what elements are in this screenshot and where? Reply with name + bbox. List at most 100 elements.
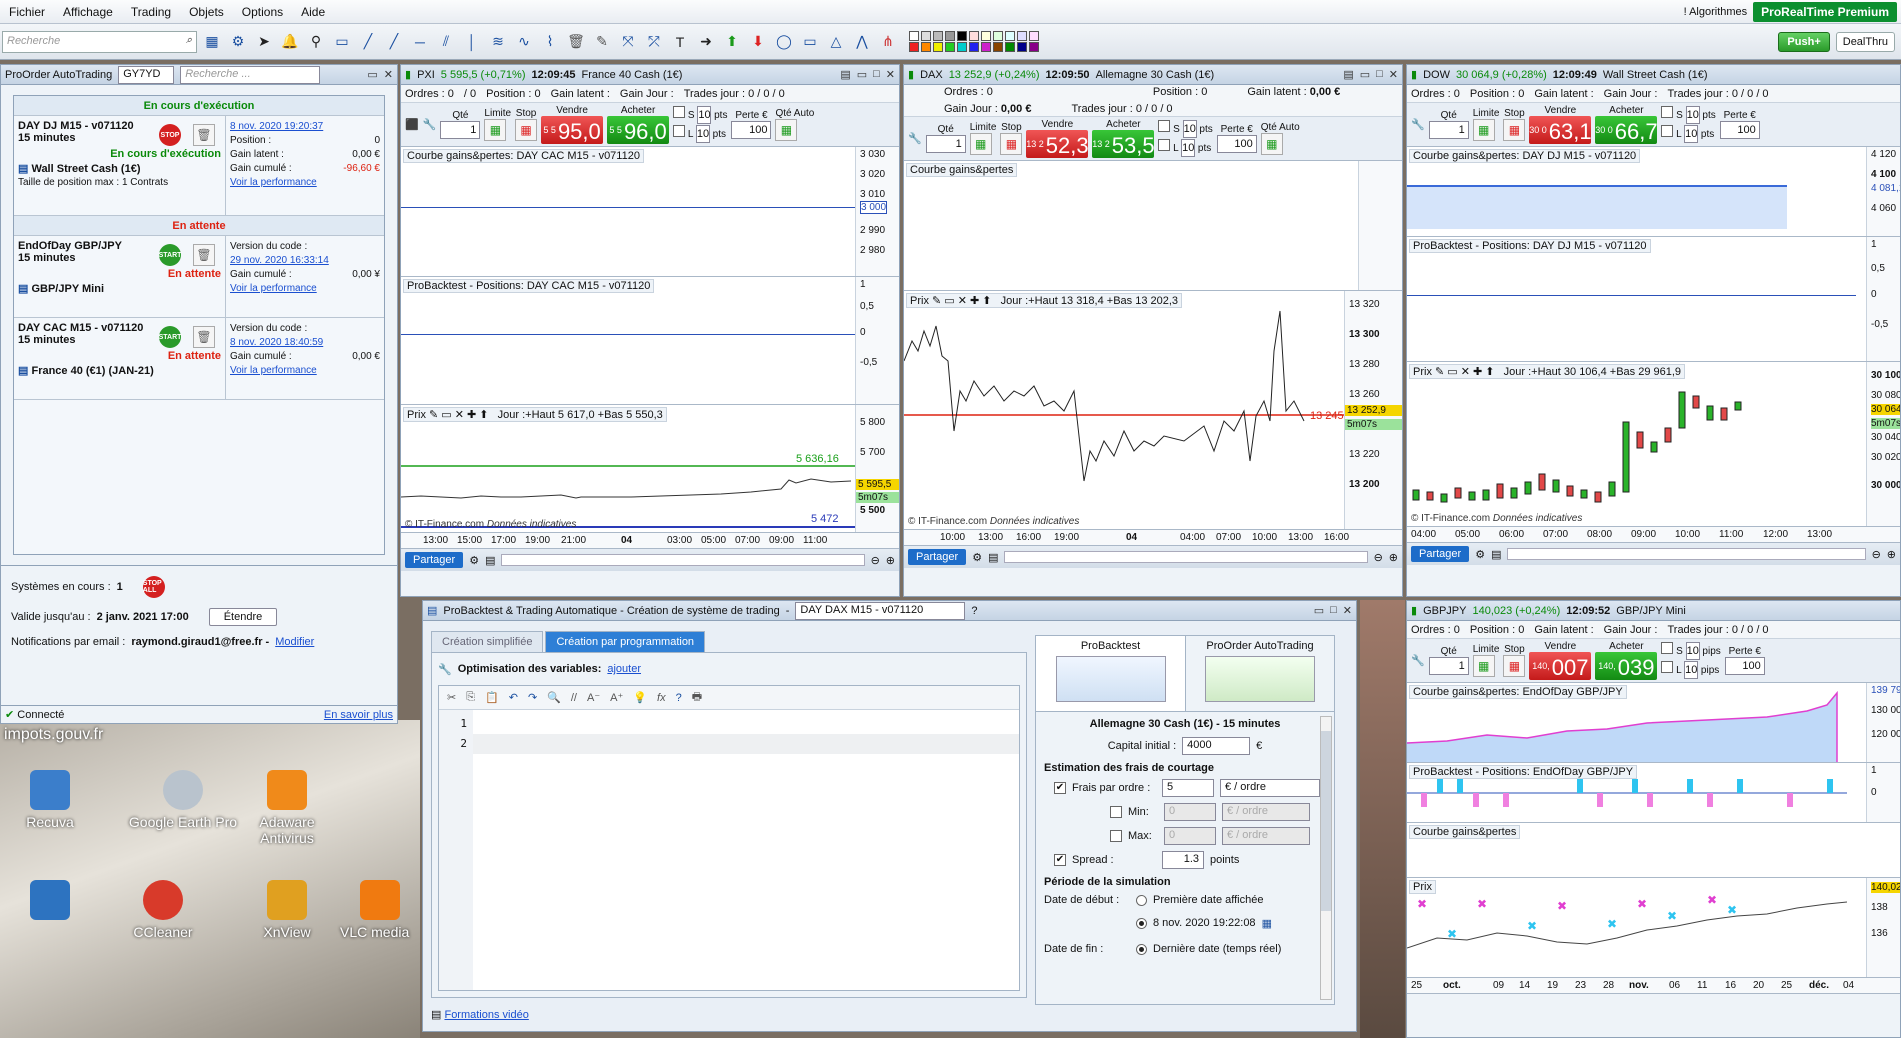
sell-button[interactable]: 5 5 95,0 xyxy=(541,116,604,144)
desktop-icon-recuva[interactable]: Recuva xyxy=(5,770,95,830)
sell-button[interactable]: 13 2 52,3 xyxy=(1026,130,1089,158)
start-custom-date-radio[interactable] xyxy=(1136,917,1147,929)
alert-bell-icon[interactable]: 🔔 xyxy=(279,31,301,53)
arrow-right-icon[interactable]: ➜ xyxy=(695,31,717,53)
wrench-icon[interactable]: 🔧 xyxy=(908,132,922,145)
limit-button[interactable]: ▦ xyxy=(1472,655,1495,677)
desktop-icon-google-earth[interactable]: Google Earth Pro xyxy=(118,770,248,830)
ellipse-icon[interactable]: ◯ xyxy=(773,31,795,53)
stop-order-button[interactable]: ▦ xyxy=(1503,119,1526,141)
zoom-out-icon[interactable]: ⊖ xyxy=(871,554,880,567)
help-icon[interactable]: ? xyxy=(971,605,977,617)
start-button[interactable]: START xyxy=(159,326,181,348)
minimize-icon[interactable]: ▭ xyxy=(1360,68,1370,81)
menu-trading[interactable]: Trading xyxy=(122,5,180,19)
loss-input[interactable]: 100 xyxy=(731,121,772,139)
zoom-in-icon[interactable]: ⊕ xyxy=(1887,548,1896,561)
line-tool-icon[interactable]: ╱ xyxy=(357,31,379,53)
maximize-icon[interactable]: □ xyxy=(873,68,880,81)
dealthru-button[interactable]: DealThru xyxy=(1835,31,1895,52)
qty-input[interactable]: 1 xyxy=(925,135,966,153)
desktop-icon-adaware[interactable]: Adaware Antivirus xyxy=(242,770,332,846)
menu-options[interactable]: Options xyxy=(233,5,292,19)
paste-icon[interactable]: 📋 xyxy=(485,691,499,704)
undo-icon[interactable]: ↶ xyxy=(509,691,518,704)
performance-link[interactable]: Voir la performance xyxy=(230,364,380,378)
arrow-up-icon[interactable]: ⬆ xyxy=(721,31,743,53)
stop-checkbox[interactable] xyxy=(1158,119,1171,132)
cursor-icon[interactable]: ➤ xyxy=(253,31,275,53)
ray-tool-icon[interactable]: ╱ xyxy=(383,31,405,53)
buy-button[interactable]: 30 0 66,7 xyxy=(1595,116,1658,144)
limit-checkbox[interactable] xyxy=(1661,124,1674,137)
stop-order-button[interactable]: ▦ xyxy=(515,119,538,141)
layout-icon[interactable]: ▤ xyxy=(840,68,850,81)
indicator-icon[interactable]: ⚙ xyxy=(972,551,982,564)
limit-button[interactable]: ▦ xyxy=(969,133,992,155)
pattern-tool-icon[interactable]: ⌇ xyxy=(539,31,561,53)
limit-checkbox[interactable] xyxy=(673,124,686,137)
calendar-icon[interactable]: ▦ xyxy=(1262,917,1272,930)
buy-button[interactable]: 5 5 96,0 xyxy=(607,116,670,144)
limit-checkbox[interactable] xyxy=(1158,138,1171,151)
sell-button[interactable]: 30 0 63,1 xyxy=(1529,116,1592,144)
limit-button[interactable]: ▦ xyxy=(484,119,507,141)
menu-aide[interactable]: Aide xyxy=(292,5,334,19)
loss-input[interactable]: 100 xyxy=(1724,657,1765,675)
hint-icon[interactable]: 💡 xyxy=(633,691,647,704)
system-row[interactable]: DAY CAC M15 - v071120 15 minutes En atte… xyxy=(14,318,384,400)
menu-fichier[interactable]: Fichier xyxy=(0,5,54,19)
zoom-icon[interactable]: ⚲ xyxy=(305,31,327,53)
stop-checkbox[interactable] xyxy=(673,105,686,118)
end-realtime-radio[interactable] xyxy=(1136,943,1147,955)
code-editor[interactable] xyxy=(473,710,1019,990)
extend-button[interactable]: Étendre xyxy=(208,608,278,626)
delete-system-button[interactable]: 🗑 xyxy=(193,124,215,146)
font-increase-icon[interactable]: A⁺ xyxy=(610,691,623,704)
menu-affichage[interactable]: Affichage xyxy=(54,5,122,19)
autotrading-search-input[interactable]: Recherche ... xyxy=(180,65,321,84)
loss-input[interactable]: 100 xyxy=(1216,135,1257,153)
redo-icon[interactable]: ↷ xyxy=(528,691,537,704)
stop-button[interactable]: STOP xyxy=(159,124,181,146)
cross-icon[interactable]: ⤱ xyxy=(643,31,665,53)
fee-unit-select[interactable]: € / ordre xyxy=(1220,779,1320,797)
performance-link[interactable]: Voir la performance xyxy=(230,282,380,296)
max-input[interactable]: 0 xyxy=(1164,827,1216,845)
arrows-icon[interactable]: ⤧ xyxy=(617,31,639,53)
menu-objets[interactable]: Objets xyxy=(180,5,233,19)
limit-button[interactable]: ▦ xyxy=(1472,119,1495,141)
account-select[interactable]: GY7YD xyxy=(118,65,175,84)
copy-icon[interactable]: ⎘ xyxy=(466,691,475,704)
text-icon[interactable]: T xyxy=(669,31,691,53)
minimize-icon[interactable]: ▭ xyxy=(1314,604,1324,617)
start-first-date-radio[interactable] xyxy=(1136,894,1147,906)
share-button[interactable]: Partager xyxy=(908,549,967,565)
pitchfork-icon[interactable]: ⋔ xyxy=(877,31,899,53)
delete-system-button[interactable]: 🗑 xyxy=(193,326,215,348)
horizontal-scrollbar[interactable] xyxy=(501,554,865,566)
zoom-out-icon[interactable]: ⊖ xyxy=(1374,551,1383,564)
qty-input[interactable]: 1 xyxy=(440,121,481,139)
buy-button[interactable]: 13 2 53,5 xyxy=(1092,130,1155,158)
system-date-link[interactable]: 29 nov. 2020 16:33:14 xyxy=(230,254,380,268)
video-training-link[interactable]: Formations vidéo xyxy=(444,1009,528,1021)
qty-input[interactable]: 1 xyxy=(1428,657,1469,675)
minimize-icon[interactable]: ▭ xyxy=(367,68,377,81)
spread-input[interactable]: 1.3 xyxy=(1162,851,1204,869)
auto-qty-button[interactable]: ▦ xyxy=(1260,133,1283,155)
fibonacci-icon[interactable]: ≋ xyxy=(487,31,509,53)
close-icon[interactable]: ✕ xyxy=(1343,604,1352,617)
wave-tool-icon[interactable]: ∿ xyxy=(513,31,535,53)
print-icon[interactable]: 🖶 xyxy=(692,688,702,707)
settings-icon[interactable]: ▤ xyxy=(1491,548,1501,561)
delete-system-button[interactable]: 🗑 xyxy=(193,244,215,266)
start-button[interactable]: START xyxy=(159,244,181,266)
rectangle-icon[interactable]: ▭ xyxy=(799,31,821,53)
performance-link[interactable]: Voir la performance xyxy=(230,176,380,190)
max-checkbox[interactable] xyxy=(1110,830,1122,842)
hline-tool-icon[interactable]: ─ xyxy=(409,31,431,53)
arrow-down-icon[interactable]: ⬇ xyxy=(747,31,769,53)
triangle-icon[interactable]: △ xyxy=(825,31,847,53)
settings-icon[interactable]: ▤ xyxy=(988,551,998,564)
